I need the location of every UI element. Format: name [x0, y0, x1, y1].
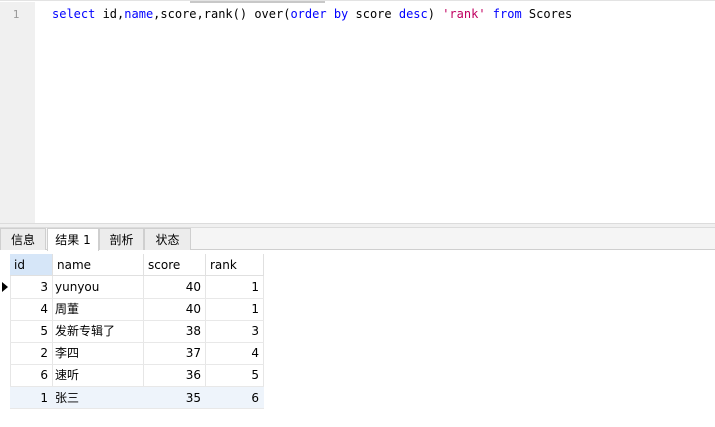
- cell-name[interactable]: 李四: [55, 342, 143, 364]
- cell-score[interactable]: 37: [144, 342, 205, 364]
- keyword-order: order: [290, 7, 327, 21]
- cell-id[interactable]: 1: [10, 387, 52, 409]
- column-header-id[interactable]: id: [10, 254, 53, 276]
- cell-score[interactable]: 40: [144, 276, 205, 298]
- cell-id[interactable]: 4: [10, 298, 52, 320]
- column-header-name[interactable]: name: [53, 254, 144, 276]
- keyword-by: by: [333, 7, 349, 21]
- editor-tab-strip: [190, 1, 325, 3]
- keyword-desc: desc: [398, 7, 428, 21]
- code-text: Scores: [521, 7, 573, 21]
- result-tabs: 信息 结果 1 剖析 状态: [0, 228, 715, 251]
- table-row[interactable]: 4 周董 40 1: [0, 298, 264, 320]
- table-row[interactable]: 2 李四 37 4: [0, 342, 264, 364]
- sql-code-line[interactable]: select id,name,score,rank() over(order b…: [52, 6, 572, 22]
- cell-name[interactable]: yunyou: [55, 276, 143, 298]
- cell-score[interactable]: 36: [144, 364, 205, 386]
- tab-info[interactable]: 信息: [0, 228, 46, 250]
- column-header-rank[interactable]: rank: [206, 254, 264, 276]
- cell-rank[interactable]: 3: [206, 320, 263, 342]
- cell-rank[interactable]: 5: [206, 364, 263, 386]
- cell-id[interactable]: 2: [10, 342, 52, 364]
- code-text: ): [427, 7, 443, 21]
- cell-name[interactable]: 周董: [55, 298, 143, 320]
- line-number-gutter: 1: [0, 2, 35, 224]
- keyword-name: name: [124, 7, 154, 21]
- tab-profile[interactable]: 剖析: [99, 228, 144, 250]
- tab-status[interactable]: 状态: [144, 228, 191, 250]
- cell-rank[interactable]: 1: [206, 276, 263, 298]
- code-text: id,: [95, 7, 125, 21]
- cell-id[interactable]: 6: [10, 364, 52, 386]
- line-number: 1: [12, 8, 20, 21]
- keyword-from: from: [492, 7, 522, 21]
- cell-rank[interactable]: 4: [206, 342, 263, 364]
- table-row[interactable]: 3 yunyou 40 1: [0, 276, 264, 298]
- tab-result-1[interactable]: 结果 1: [47, 228, 99, 251]
- string-literal: 'rank': [442, 7, 486, 21]
- cell-name[interactable]: 速听: [55, 364, 143, 386]
- table-row[interactable]: 6 速听 36 5: [0, 364, 264, 386]
- cell-score[interactable]: 38: [144, 320, 205, 342]
- keyword-select: select: [52, 7, 96, 21]
- cell-rank[interactable]: 1: [206, 298, 263, 320]
- code-text: ,score,rank() over(: [153, 7, 291, 21]
- cell-rank[interactable]: 6: [206, 387, 263, 409]
- sql-editor[interactable]: 1 select id,name,score,rank() over(order…: [0, 0, 715, 224]
- cell-name[interactable]: 发新专辑了: [55, 320, 143, 342]
- column-header-score[interactable]: score: [144, 254, 206, 276]
- table-row[interactable]: 5 发新专辑了 38 3: [0, 320, 264, 342]
- cell-score[interactable]: 40: [144, 298, 205, 320]
- table-row[interactable]: 1 张三 35 6: [0, 387, 264, 409]
- cell-id[interactable]: 5: [10, 320, 52, 342]
- result-grid[interactable]: id name score rank 3 yunyou 40 1 4 周董 40…: [0, 250, 715, 427]
- cell-score[interactable]: 35: [144, 387, 205, 409]
- row-divider: [10, 408, 264, 409]
- cell-name[interactable]: 张三: [55, 387, 143, 409]
- code-text: score: [348, 7, 399, 21]
- cell-id[interactable]: 3: [10, 276, 52, 298]
